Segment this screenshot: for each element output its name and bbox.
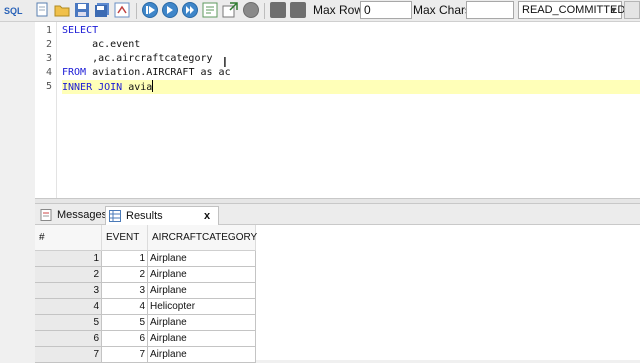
code-text: ,ac.aircraftcategory — [62, 53, 213, 64]
explain-plan-icon[interactable] — [202, 2, 218, 18]
table-row[interactable]: 7 7 Airplane — [35, 347, 256, 363]
event-cell[interactable]: 5 — [102, 315, 148, 331]
tab-messages[interactable]: Messages — [37, 206, 107, 225]
table-row[interactable]: 5 5 Airplane — [35, 315, 256, 331]
row-number-cell: 7 — [35, 347, 102, 363]
execute-icon[interactable] — [142, 2, 158, 18]
sql-editor[interactable]: 1 2 3 4 5 SELECT ac.event ,ac.aircraftca… — [35, 22, 640, 198]
category-cell[interactable]: Airplane — [148, 347, 256, 363]
code-line[interactable]: ac.event — [62, 38, 640, 52]
format-icon[interactable] — [114, 2, 130, 18]
messages-icon — [40, 209, 52, 221]
text-cursor-icon: I — [223, 56, 227, 71]
sql-keyword: FROM — [62, 67, 87, 78]
event-cell[interactable]: 3 — [102, 283, 148, 299]
execute-current-icon[interactable] — [162, 2, 178, 18]
tab-results-label: Results — [126, 210, 163, 222]
event-cell[interactable]: 2 — [102, 267, 148, 283]
table-row[interactable]: 3 3 Airplane — [35, 283, 256, 299]
row-number-cell: 5 — [35, 315, 102, 331]
column-header-aircraftcategory[interactable]: AIRCRAFTCATEGORY — [148, 225, 257, 251]
code-line-current[interactable]: INNER JOIN avia — [62, 80, 640, 94]
column-header-event[interactable]: EVENT — [102, 225, 148, 251]
sql-keyword: INNER JOIN — [62, 82, 123, 93]
left-panel-strip — [0, 22, 35, 360]
row-number-cell: 6 — [35, 331, 102, 347]
row-number-cell: 1 — [35, 251, 102, 267]
row-number-cell: 4 — [35, 299, 102, 315]
result-tabbar: Messages Results x — [35, 204, 640, 225]
new-document-icon[interactable] — [34, 2, 50, 18]
code-text: avia — [122, 82, 153, 93]
save-all-icon[interactable] — [94, 2, 110, 18]
stop-icon[interactable] — [243, 2, 259, 18]
export-icon[interactable] — [222, 2, 238, 18]
toolbar-separator — [136, 3, 137, 19]
line-number: 2 — [45, 39, 52, 50]
code-line[interactable]: FROM aviation.AIRCRAFT as ac — [62, 66, 640, 80]
toolbar-overflow-button[interactable] — [624, 1, 640, 19]
toolbar: SQL Max Rows: 0 Max Chars: READ_COMMITTE… — [0, 0, 640, 22]
code-line[interactable]: ,ac.aircraftcategory — [62, 52, 640, 66]
event-cell[interactable]: 7 — [102, 347, 148, 363]
results-grid-icon — [109, 210, 121, 222]
rollback-icon[interactable] — [290, 2, 306, 18]
table-row[interactable]: 1 1 Airplane — [35, 251, 256, 267]
category-cell[interactable]: Airplane — [148, 267, 256, 283]
event-cell[interactable]: 4 — [102, 299, 148, 315]
event-cell[interactable]: 1 — [102, 251, 148, 267]
line-number: 1 — [45, 25, 52, 36]
table-row[interactable]: 4 4 Helicopter — [35, 299, 256, 315]
isolation-level-select[interactable]: READ_COMMITTED ▼ — [518, 1, 625, 19]
tab-messages-label: Messages — [57, 209, 108, 221]
table-row[interactable]: 2 2 Airplane — [35, 267, 256, 283]
code-text: ac.event — [62, 39, 141, 50]
line-number: 3 — [45, 53, 52, 64]
line-number-gutter: 1 2 3 4 5 — [35, 22, 57, 198]
chevron-down-icon: ▼ — [609, 5, 618, 15]
line-number: 5 — [45, 81, 52, 92]
max-chars-input[interactable] — [466, 1, 514, 19]
row-number-cell: 2 — [35, 267, 102, 283]
table-row[interactable]: 6 6 Airplane — [35, 331, 256, 347]
execute-step-icon[interactable] — [182, 2, 198, 18]
category-cell[interactable]: Airplane — [148, 315, 256, 331]
close-icon[interactable]: x — [204, 207, 210, 225]
commit-icon[interactable] — [270, 2, 286, 18]
tab-results[interactable]: Results x — [105, 206, 219, 225]
event-cell[interactable]: 6 — [102, 331, 148, 347]
code-text: aviation.AIRCRAFT as ac — [86, 67, 231, 78]
toolbar-separator — [264, 3, 265, 19]
row-number-cell: 3 — [35, 283, 102, 299]
open-folder-icon[interactable] — [54, 2, 70, 18]
column-header-row-number[interactable]: # — [35, 225, 102, 251]
sql-icon[interactable]: SQL — [4, 4, 30, 18]
category-cell[interactable]: Airplane — [148, 331, 256, 347]
category-cell[interactable]: Airplane — [148, 283, 256, 299]
sql-keyword: SELECT — [62, 25, 99, 36]
code-line[interactable]: SELECT — [62, 24, 640, 38]
max-rows-input[interactable]: 0 — [360, 1, 412, 19]
results-grid: # EVENT AIRCRAFTCATEGORY 1 1 Airplane 2 … — [35, 225, 640, 363]
line-number: 4 — [45, 67, 52, 78]
category-cell[interactable]: Helicopter — [148, 299, 256, 315]
text-caret — [152, 80, 154, 92]
save-icon[interactable] — [74, 2, 90, 18]
category-cell[interactable]: Airplane — [148, 251, 256, 267]
